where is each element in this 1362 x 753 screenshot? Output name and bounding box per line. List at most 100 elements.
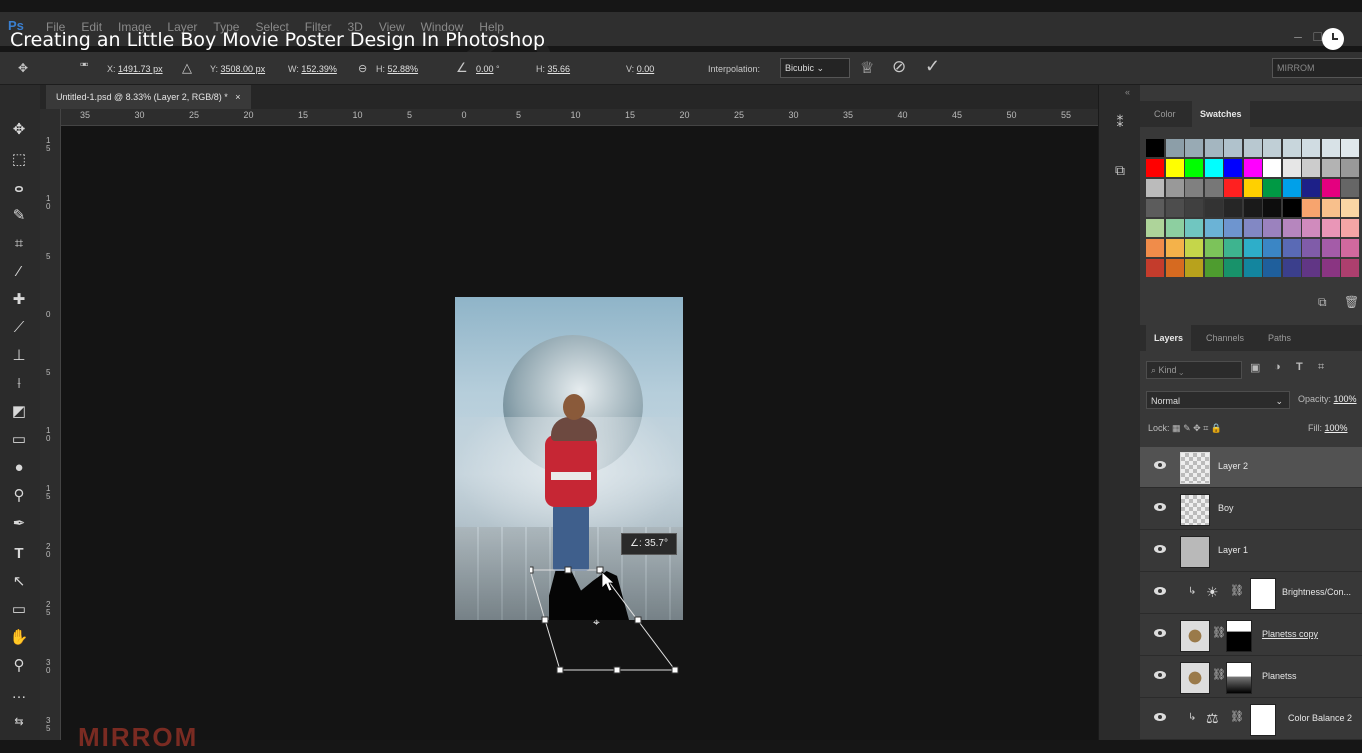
- layer-mask-thumbnail[interactable]: [1250, 578, 1276, 610]
- workspace-switcher[interactable]: MIRROM: [1272, 58, 1362, 78]
- swatch[interactable]: [1243, 139, 1262, 157]
- transform-bounding-box[interactable]: ⌖: [530, 560, 690, 680]
- pen-tool-icon[interactable]: ✒: [8, 513, 30, 535]
- tab-channels[interactable]: Channels: [1198, 325, 1252, 351]
- gradient-tool-icon[interactable]: ▭: [8, 429, 30, 451]
- opacity-control[interactable]: Opacity: 100%: [1298, 394, 1357, 404]
- path-selection-tool-icon[interactable]: ↖: [8, 571, 30, 593]
- tab-color[interactable]: Color: [1146, 101, 1184, 127]
- link-icon[interactable]: ⛓: [1230, 710, 1244, 723]
- swatch[interactable]: [1165, 239, 1184, 257]
- history-brush-tool-icon[interactable]: ⟊: [8, 373, 30, 395]
- hskew-field[interactable]: 35.66: [548, 64, 571, 74]
- swatch[interactable]: [1302, 199, 1320, 217]
- swatch[interactable]: [1224, 139, 1242, 157]
- link-icon[interactable]: ⛓: [1212, 626, 1226, 639]
- swatch[interactable]: [1146, 159, 1164, 177]
- swatch[interactable]: [1243, 219, 1262, 237]
- warp-icon[interactable]: ♕: [860, 58, 874, 78]
- layer-row-brightness[interactable]: ↳ ☀ ⛓ Brightness/Con...: [1140, 573, 1362, 614]
- swatch[interactable]: [1243, 159, 1262, 177]
- layer-name[interactable]: Color Balance 2: [1288, 713, 1352, 723]
- visibility-eye-icon[interactable]: [1154, 587, 1166, 595]
- document-tab[interactable]: Untitled-1.psd @ 8.33% (Layer 2, RGB/8) …: [46, 85, 251, 109]
- swatch[interactable]: [1165, 199, 1184, 217]
- layer-row-planetss[interactable]: ⛓ Planetss: [1140, 657, 1362, 698]
- swatch[interactable]: [1204, 159, 1223, 177]
- eraser-tool-icon[interactable]: ◩: [8, 401, 30, 423]
- filter-type-icon[interactable]: T: [1296, 361, 1303, 373]
- swatch[interactable]: [1263, 219, 1281, 237]
- swatch[interactable]: [1263, 139, 1281, 157]
- y-field[interactable]: 3508.00 px: [221, 64, 266, 74]
- visibility-eye-icon[interactable]: [1154, 713, 1166, 721]
- clone-stamp-tool-icon[interactable]: ⊥: [8, 345, 30, 367]
- swatch[interactable]: [1204, 219, 1223, 237]
- visibility-eye-icon[interactable]: [1154, 545, 1166, 553]
- swatch[interactable]: [1243, 199, 1262, 217]
- swatch[interactable]: [1165, 179, 1184, 197]
- layer-filter-kind[interactable]: ⌕ Kind ⌄: [1146, 361, 1242, 379]
- x-field[interactable]: 1491.73 px: [118, 64, 163, 74]
- swatch[interactable]: [1204, 259, 1223, 277]
- tab-swatches[interactable]: Swatches: [1192, 101, 1250, 127]
- swatch[interactable]: [1165, 139, 1184, 157]
- swatch[interactable]: [1185, 159, 1203, 177]
- crop-tool-icon[interactable]: ⌗: [8, 233, 30, 255]
- reference-point-icon[interactable]: ▫▪▫: [80, 57, 89, 71]
- swatch[interactable]: [1321, 139, 1340, 157]
- move-tool-icon[interactable]: ✥: [8, 119, 30, 141]
- lock-position-icon[interactable]: ✥: [1193, 423, 1201, 433]
- swatch[interactable]: [1341, 259, 1359, 277]
- layer-row-color-balance[interactable]: ↳ ⚖ ⛓ Color Balance 2: [1140, 699, 1362, 740]
- swatch[interactable]: [1204, 239, 1223, 257]
- swatch[interactable]: [1282, 239, 1301, 257]
- dodge-tool-icon[interactable]: ⚲: [8, 485, 30, 507]
- swatch[interactable]: [1263, 159, 1281, 177]
- swatch[interactable]: [1146, 179, 1164, 197]
- relative-position-icon[interactable]: △: [182, 60, 192, 76]
- layer-name[interactable]: Planetss: [1262, 671, 1297, 681]
- lock-all-icon[interactable]: 🔒: [1211, 423, 1222, 433]
- swatch[interactable]: [1146, 239, 1164, 257]
- swatch[interactable]: [1263, 199, 1281, 217]
- swatch[interactable]: [1224, 219, 1242, 237]
- layer-row-boy[interactable]: Boy: [1140, 489, 1362, 530]
- swatch[interactable]: [1185, 179, 1203, 197]
- layer-row-layer-1[interactable]: Layer 1: [1140, 531, 1362, 572]
- swatch[interactable]: [1224, 239, 1242, 257]
- layer-mask-thumbnail[interactable]: [1250, 704, 1276, 736]
- fill-control[interactable]: Fill: 100%: [1308, 423, 1348, 433]
- transform-handle-mr[interactable]: [634, 616, 642, 624]
- transform-handle-br[interactable]: [671, 666, 679, 674]
- swatch[interactable]: [1224, 179, 1242, 197]
- visibility-eye-icon[interactable]: [1154, 461, 1166, 469]
- more-tools-icon[interactable]: …: [8, 683, 30, 705]
- swatch[interactable]: [1302, 239, 1320, 257]
- delete-swatch-icon[interactable]: 🗑: [1344, 295, 1359, 309]
- healing-brush-tool-icon[interactable]: ✚: [8, 289, 30, 311]
- swatch[interactable]: [1282, 219, 1301, 237]
- tab-layers[interactable]: Layers: [1146, 325, 1192, 351]
- rotate-field[interactable]: 0.00: [476, 64, 494, 74]
- filter-adjustment-icon[interactable]: ◑: [1274, 361, 1281, 373]
- hand-tool-icon[interactable]: ✋: [8, 627, 30, 649]
- minimize-button[interactable]: –: [1294, 28, 1302, 44]
- layer-name[interactable]: Planetss copy: [1262, 629, 1318, 639]
- maximize-button[interactable]: □: [1314, 28, 1322, 44]
- layer-name[interactable]: Layer 2: [1218, 461, 1248, 471]
- vertical-ruler[interactable]: 1 5 1 0 5 0 5 1 0 1 5 2 0 2 5 3 0 3 5: [40, 109, 61, 740]
- type-tool-icon[interactable]: T: [8, 543, 30, 565]
- swatch[interactable]: [1224, 159, 1242, 177]
- swatch[interactable]: [1341, 159, 1359, 177]
- commit-transform-button[interactable]: ✓: [925, 56, 940, 77]
- swatch[interactable]: [1263, 179, 1281, 197]
- marquee-tool-icon[interactable]: ⬚: [8, 149, 30, 171]
- horizontal-ruler[interactable]: 35 30 25 20 15 10 5 0 5 10 15 20 25 30 35 40 45 50 55: [60, 109, 1098, 126]
- link-icon[interactable]: ⛓: [1230, 584, 1244, 597]
- transform-handle-tm[interactable]: [564, 566, 572, 574]
- swatch[interactable]: [1302, 179, 1320, 197]
- swatch[interactable]: [1282, 259, 1301, 277]
- swatch[interactable]: [1243, 239, 1262, 257]
- clock-icon[interactable]: [1322, 28, 1344, 50]
